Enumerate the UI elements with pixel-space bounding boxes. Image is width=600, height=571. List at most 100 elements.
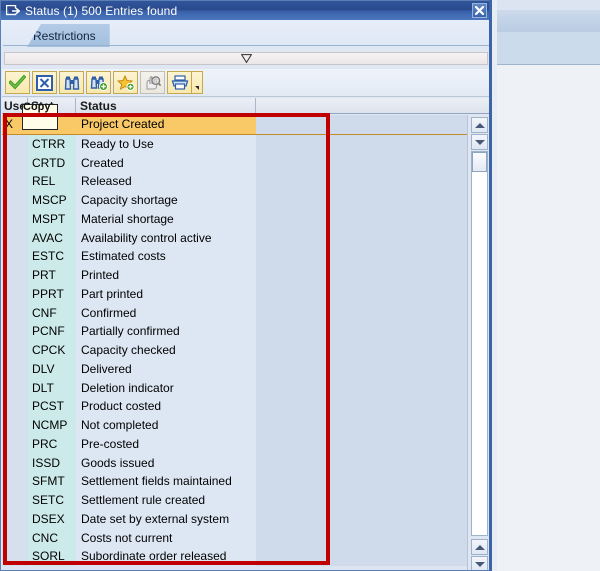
- scroll-down-arrow-icon-bottom[interactable]: [471, 556, 488, 571]
- vertical-scrollbar[interactable]: [467, 115, 489, 571]
- table-row[interactable]: PCNFPartially confirmed: [2, 322, 467, 341]
- cell-use: [2, 397, 28, 416]
- collapse-triangle-icon: [241, 54, 252, 63]
- cell-filler: [256, 379, 467, 398]
- cell-status: Partially confirmed: [76, 322, 256, 341]
- print-button[interactable]: [167, 71, 192, 94]
- cell-stat: CRTD: [28, 154, 76, 173]
- cell-status: Estimated costs: [76, 247, 256, 266]
- cell-use: [2, 472, 28, 491]
- cell-use: [2, 322, 28, 341]
- table-row[interactable]: CTRRReady to Use: [2, 135, 467, 154]
- cell-filler: [256, 247, 467, 266]
- dialog-right-edge: [489, 0, 492, 571]
- cell-use: [2, 529, 28, 548]
- tab-restrictions-label: Restrictions: [33, 29, 96, 43]
- status-list-grid[interactable]: X0Project CreatedCTRRReady to UseCRTDCre…: [2, 115, 490, 571]
- scrollbar-thumb[interactable]: [472, 152, 487, 172]
- dialog-title-bar: Status (1) 500 Entries found: [1, 1, 491, 20]
- cell-stat: PRT: [28, 266, 76, 285]
- find-button[interactable]: [59, 71, 84, 94]
- cell-use: [2, 491, 28, 510]
- cell-stat: CPCK: [28, 341, 76, 360]
- table-row[interactable]: PRCPre-costed: [2, 435, 467, 454]
- cell-stat: PCST: [28, 397, 76, 416]
- table-row[interactable]: DSEXDate set by external system: [2, 510, 467, 529]
- table-row[interactable]: AVACAvailability control active: [2, 229, 467, 248]
- table-row[interactable]: SORLSubordinate order released: [2, 547, 467, 566]
- cell-status: Capacity shortage: [76, 191, 256, 210]
- column-header-status[interactable]: Status: [76, 98, 256, 114]
- cell-filler: [256, 341, 467, 360]
- cell-stat: AVAC: [28, 229, 76, 248]
- cell-status: Confirmed: [76, 304, 256, 323]
- check-button[interactable]: [5, 71, 30, 94]
- table-row[interactable]: ISSDGoods issued: [2, 454, 467, 473]
- table-row[interactable]: MSCPCapacity shortage: [2, 191, 467, 210]
- cell-use: [2, 229, 28, 248]
- cell-stat: CNC: [28, 529, 76, 548]
- green-check-icon: [9, 75, 26, 90]
- table-row[interactable]: PCSTProduct costed: [2, 397, 467, 416]
- cell-use: [2, 247, 28, 266]
- cell-stat: CTRR: [28, 135, 76, 154]
- table-row[interactable]: NCMPNot completed: [2, 416, 467, 435]
- find-next-button[interactable]: [86, 71, 111, 94]
- table-row[interactable]: MSPTMaterial shortage: [2, 210, 467, 229]
- cell-filler: [256, 416, 467, 435]
- table-row[interactable]: CRTDCreated: [2, 154, 467, 173]
- print-menu-dropdown[interactable]: [192, 71, 203, 94]
- table-row[interactable]: CNCCosts not current: [2, 529, 467, 548]
- cell-filler: [256, 360, 467, 379]
- close-icon[interactable]: [472, 3, 487, 18]
- table-row[interactable]: ESTCEstimated costs: [2, 247, 467, 266]
- cell-stat: SETC: [28, 491, 76, 510]
- table-row[interactable]: DLTDeletion indicator: [2, 379, 467, 398]
- cell-filler: [256, 472, 467, 491]
- table-row[interactable]: SFMTSettlement fields maintained: [2, 472, 467, 491]
- binoculars-plus-icon: [90, 75, 108, 91]
- status-search-help-dialog: Status (1) 500 Entries found Restriction…: [0, 0, 492, 571]
- scroll-up-arrow-icon-bottom[interactable]: [471, 539, 488, 555]
- table-row[interactable]: RELReleased: [2, 172, 467, 191]
- cell-use: [2, 360, 28, 379]
- cell-status: Pre-costed: [76, 435, 256, 454]
- cell-status: Delivered: [76, 360, 256, 379]
- cell-filler: [256, 454, 467, 473]
- cell-stat: DLT: [28, 379, 76, 398]
- cell-filler: [256, 154, 467, 173]
- cell-stat: PRC: [28, 435, 76, 454]
- insert-favorite-button[interactable]: [113, 71, 138, 94]
- cancel-button[interactable]: [32, 71, 57, 94]
- cell-filler: [256, 491, 467, 510]
- cell-use: [2, 154, 28, 173]
- cell-filler: [256, 229, 467, 248]
- scrollbar-track[interactable]: [471, 151, 488, 536]
- cell-use: [2, 135, 28, 154]
- cell-filler: [256, 285, 467, 304]
- cell-stat: DSEX: [28, 510, 76, 529]
- scroll-down-arrow-icon[interactable]: [471, 134, 488, 150]
- restrictions-collapse-bar[interactable]: [4, 52, 488, 65]
- cell-use: [2, 304, 28, 323]
- desktop-background-panel: [497, 32, 600, 65]
- cell-status: Settlement rule created: [76, 491, 256, 510]
- table-row[interactable]: CPCKCapacity checked: [2, 341, 467, 360]
- table-row[interactable]: PPRTPart printed: [2, 285, 467, 304]
- tab-restrictions[interactable]: Restrictions: [27, 24, 110, 47]
- table-row[interactable]: CNFConfirmed: [2, 304, 467, 323]
- dropdown-arrow-icon: [195, 86, 199, 90]
- cell-use: [2, 266, 28, 285]
- scroll-up-arrow-icon[interactable]: [471, 117, 488, 133]
- cell-status: Printed: [76, 266, 256, 285]
- table-row[interactable]: SETCSettlement rule created: [2, 491, 467, 510]
- table-row[interactable]: PRTPrinted: [2, 266, 467, 285]
- dialog-toolbar: [2, 69, 490, 97]
- cell-filler: [256, 529, 467, 548]
- window-restore-icon: [6, 5, 20, 17]
- cell-use: [2, 547, 28, 566]
- table-row[interactable]: X0Project Created: [2, 115, 467, 135]
- cell-status: Availability control active: [76, 229, 256, 248]
- cell-filler: [256, 210, 467, 229]
- table-row[interactable]: DLVDelivered: [2, 360, 467, 379]
